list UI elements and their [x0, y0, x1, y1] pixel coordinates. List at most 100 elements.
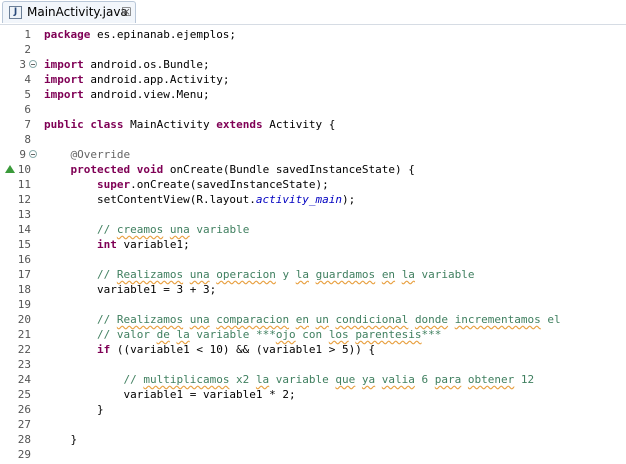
- code-line: 9 @Override: [0, 147, 626, 162]
- spelling-flag: donde: [414, 313, 449, 326]
- keyword: public: [44, 118, 84, 131]
- comment-text: [408, 313, 415, 326]
- code-line: 18 variable1 = 3 + 3;: [0, 282, 626, 297]
- code-editor[interactable]: 1 package es.epinanab.ejemplos; 2 3 impo…: [0, 25, 626, 464]
- comment-text: //: [44, 373, 144, 386]
- spelling-flag: la: [295, 268, 309, 281]
- keyword: if: [96, 343, 111, 356]
- code-line: 27: [0, 417, 626, 432]
- line-number: 5: [24, 88, 31, 101]
- spelling-flag: Realizamos: [116, 268, 184, 281]
- spelling-flag: la: [401, 268, 415, 281]
- line-number: 7: [24, 118, 31, 131]
- comment-text: [395, 268, 402, 281]
- code-text: es.epinanab.ejemplos;: [90, 28, 237, 41]
- line-number: 12: [17, 193, 31, 206]
- comment-text: //: [44, 313, 117, 326]
- code-line: 20 // Realizamos una comparacion en un c…: [0, 312, 626, 327]
- comment-text: [289, 313, 296, 326]
- spelling-flag: multiplicamos: [143, 373, 230, 386]
- line-number: 11: [17, 178, 31, 191]
- line-number: 21: [17, 328, 31, 341]
- code-text: variable1 = 3 + 3;: [44, 283, 217, 296]
- java-file-icon: J: [9, 6, 22, 19]
- line-number: 15: [17, 238, 31, 251]
- line-number: 27: [17, 418, 31, 431]
- comment-text: ***: [421, 328, 442, 341]
- comment-text: [355, 373, 362, 386]
- keyword: import: [44, 88, 84, 101]
- spelling-flag: creamos: [116, 223, 164, 236]
- code-line: 22 if ((variable1 < 10) && (variable1 > …: [0, 342, 626, 357]
- line-number: 18: [17, 283, 31, 296]
- line-number: 22: [17, 343, 31, 356]
- fold-collapse-icon[interactable]: [29, 150, 37, 158]
- comment-text: x2: [229, 373, 256, 386]
- line-number: 6: [24, 103, 31, 116]
- code-line: 24 // multiplicamos x2 la variable que y…: [0, 372, 626, 387]
- comment: // creamos una variable: [44, 222, 249, 237]
- spelling-flag: de: [156, 328, 170, 341]
- keyword: void: [136, 163, 164, 176]
- comment: // valor de la variable ***ojo con los p…: [44, 327, 441, 342]
- comment-text: 12: [514, 373, 535, 386]
- code-text: );: [342, 193, 356, 206]
- comment-text: //: [44, 268, 117, 281]
- line-number: 3: [19, 58, 26, 71]
- comment-text: // valor: [44, 328, 157, 341]
- comment: // Realizamos una comparacion en un cond…: [44, 312, 561, 327]
- line-number: 26: [17, 403, 31, 416]
- code-line: 4 import android.app.Activity;: [0, 72, 626, 87]
- spelling-flag: guardamos: [315, 268, 376, 281]
- field-reference: activity_main: [255, 193, 343, 206]
- code-line: 11 super.onCreate(savedInstanceState);: [0, 177, 626, 192]
- spelling-flag: ya: [361, 373, 376, 386]
- tab-mainactivity-java[interactable]: J MainActivity.java ☒: [2, 1, 136, 23]
- code-line: 17 // Realizamos una operacion y la guar…: [0, 267, 626, 282]
- code-line: 8: [0, 132, 626, 147]
- code-line: 16: [0, 252, 626, 267]
- comment-text: [448, 313, 455, 326]
- line-number: 2: [24, 43, 31, 56]
- comment-text: variable ***: [189, 328, 276, 341]
- spelling-flag: para: [434, 373, 462, 386]
- code-line: 3 import android.os.Bundle;: [0, 57, 626, 72]
- fold-collapse-icon[interactable]: [29, 60, 37, 68]
- comment-text: el: [540, 313, 561, 326]
- line-number: 24: [17, 373, 31, 386]
- line-number: 23: [17, 358, 31, 371]
- spelling-flag: valia: [381, 373, 415, 386]
- spelling-flag: incrementamos: [454, 313, 541, 326]
- keyword: class: [90, 118, 124, 131]
- code-line: 14 // creamos una variable: [0, 222, 626, 237]
- editor-tab-bar: J MainActivity.java ☒: [0, 0, 626, 25]
- keyword: import: [44, 73, 84, 86]
- spelling-flag: la: [255, 373, 270, 386]
- annotation: @Override: [44, 148, 131, 161]
- code-line: 29: [0, 447, 626, 462]
- code-line: 2: [0, 42, 626, 57]
- keyword: super: [96, 178, 131, 191]
- comment-text: [375, 268, 382, 281]
- comment-text: //: [44, 223, 117, 236]
- code-line: 13: [0, 207, 626, 222]
- comment-text: con: [295, 328, 329, 341]
- code-text: }: [44, 433, 78, 446]
- code-line: 1 package es.epinanab.ejemplos;: [0, 27, 626, 42]
- close-tab-icon[interactable]: ☒: [121, 5, 132, 19]
- spelling-flag: parentesis: [355, 328, 422, 341]
- code-text: onCreate(Bundle savedInstanceState) {: [163, 163, 415, 176]
- code-text: variable1;: [116, 238, 190, 251]
- spelling-flag: condicional: [335, 313, 409, 326]
- spelling-flag: que: [335, 373, 356, 386]
- comment: // multiplicamos x2 la variable que ya v…: [44, 372, 534, 387]
- code-line: 15 int variable1;: [0, 237, 626, 252]
- code-text: setContentView(R.layout.: [44, 193, 256, 206]
- comment-text: [375, 373, 382, 386]
- comment-text: variable: [189, 223, 250, 236]
- line-number: 29: [17, 448, 31, 461]
- comment-text: [461, 373, 468, 386]
- comment: // Realizamos una operacion y la guardam…: [44, 267, 475, 282]
- code-text: .onCreate(savedInstanceState);: [130, 178, 329, 191]
